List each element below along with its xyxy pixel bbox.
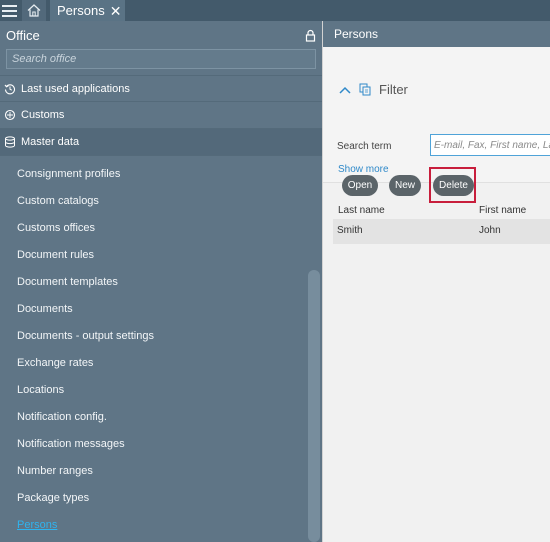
sidebar-item-package-types[interactable]: Package types [0, 484, 322, 511]
search-term-field[interactable] [430, 134, 550, 156]
section-label: Master data [21, 136, 80, 148]
sidebar-item-documents[interactable]: Documents [0, 295, 322, 322]
table-cell-last-name: Smith [337, 225, 363, 236]
sidebar-item-notification-messages[interactable]: Notification messages [0, 430, 322, 457]
sidebar-item-document-templates[interactable]: Document templates [0, 268, 322, 295]
sidebar-item-label: Document templates [17, 275, 118, 288]
filter-doc-icon [359, 83, 371, 96]
sidebar-item-label: Notification messages [17, 437, 125, 450]
sidebar-item-custom-catalogs[interactable]: Custom catalogs [0, 187, 322, 214]
search-input[interactable] [12, 53, 310, 65]
sidebar-header: Office [0, 21, 322, 49]
column-header-last-name[interactable]: Last name [338, 205, 385, 216]
menu-icon[interactable] [0, 0, 20, 21]
sidebar-item-label: Customs offices [17, 221, 96, 234]
sidebar-item-customs-offices[interactable]: Customs offices [0, 214, 322, 241]
sidebar-title: Office [6, 27, 40, 43]
sidebar-item-documents-output-settings[interactable]: Documents - output settings [0, 322, 322, 349]
sidebar-item-label: Locations [17, 383, 65, 396]
home-icon [27, 4, 41, 17]
sidebar-item-document-rules[interactable]: Document rules [0, 241, 322, 268]
new-button[interactable]: New [389, 175, 421, 196]
sidebar: Office Last used applications Customs Ma… [0, 21, 322, 542]
section-label: Last used applications [21, 82, 130, 95]
sidebar-item-label: Document rules [17, 248, 95, 261]
sidebar-item-label: Documents - output settings [17, 329, 154, 342]
section-last-used-applications[interactable]: Last used applications [0, 75, 322, 102]
table-cell-first-name: John [479, 225, 501, 236]
sidebar-item-label: Number ranges [17, 464, 93, 477]
filter-label: Filter [379, 82, 408, 97]
sidebar-search[interactable] [6, 49, 316, 69]
sidebar-item-notification-config[interactable]: Notification config. [0, 403, 322, 430]
database-icon [5, 136, 15, 148]
chevron-up-icon[interactable] [339, 86, 351, 94]
master-data-list: Consignment profiles Custom catalogs Cus… [0, 156, 322, 538]
sidebar-item-label: Notification config. [17, 410, 107, 423]
sidebar-scrollbar[interactable] [308, 270, 320, 542]
lock-icon[interactable] [305, 29, 316, 42]
section-label: Customs [21, 109, 65, 121]
sidebar-item-label: Persons [17, 518, 58, 531]
show-more-link[interactable]: Show more [338, 164, 389, 175]
column-header-first-name[interactable]: First name [479, 205, 526, 216]
history-icon [4, 83, 16, 94]
sidebar-item-persons[interactable]: Persons [0, 511, 322, 538]
search-term-input[interactable] [434, 139, 550, 151]
sidebar-item-label: Consignment profiles [17, 167, 121, 180]
filter-panel: Filter Search term Show more [323, 47, 550, 183]
sidebar-item-label: Package types [17, 491, 90, 504]
sidebar-item-exchange-rates[interactable]: Exchange rates [0, 349, 322, 376]
home-button[interactable] [22, 0, 46, 21]
table-row[interactable]: Smith John [333, 219, 550, 244]
open-button[interactable]: Open [342, 175, 378, 196]
top-bar: Persons ✕ [0, 0, 550, 21]
sidebar-item-locations[interactable]: Locations [0, 376, 322, 403]
section-customs[interactable]: Customs [0, 102, 322, 129]
sidebar-item-label: Custom catalogs [17, 194, 99, 207]
sidebar-item-number-ranges[interactable]: Number ranges [0, 457, 322, 484]
tab-label: Persons [57, 3, 105, 18]
sidebar-item-label: Documents [17, 302, 73, 315]
main-panel: Persons Filter Search term Show more Ope… [322, 21, 550, 542]
tab-persons[interactable]: Persons ✕ [50, 0, 126, 21]
close-icon[interactable]: ✕ [110, 4, 122, 18]
scrollbar-thumb[interactable] [308, 270, 320, 542]
filter-header[interactable]: Filter [339, 82, 408, 97]
page-title: Persons [323, 21, 550, 47]
customs-icon [4, 109, 16, 121]
delete-highlight-box [429, 167, 476, 203]
section-master-data[interactable]: Master data [0, 129, 322, 156]
sidebar-item-label: Exchange rates [17, 356, 94, 369]
sidebar-item-consignment-profiles[interactable]: Consignment profiles [0, 160, 322, 187]
search-term-label: Search term [337, 141, 392, 152]
